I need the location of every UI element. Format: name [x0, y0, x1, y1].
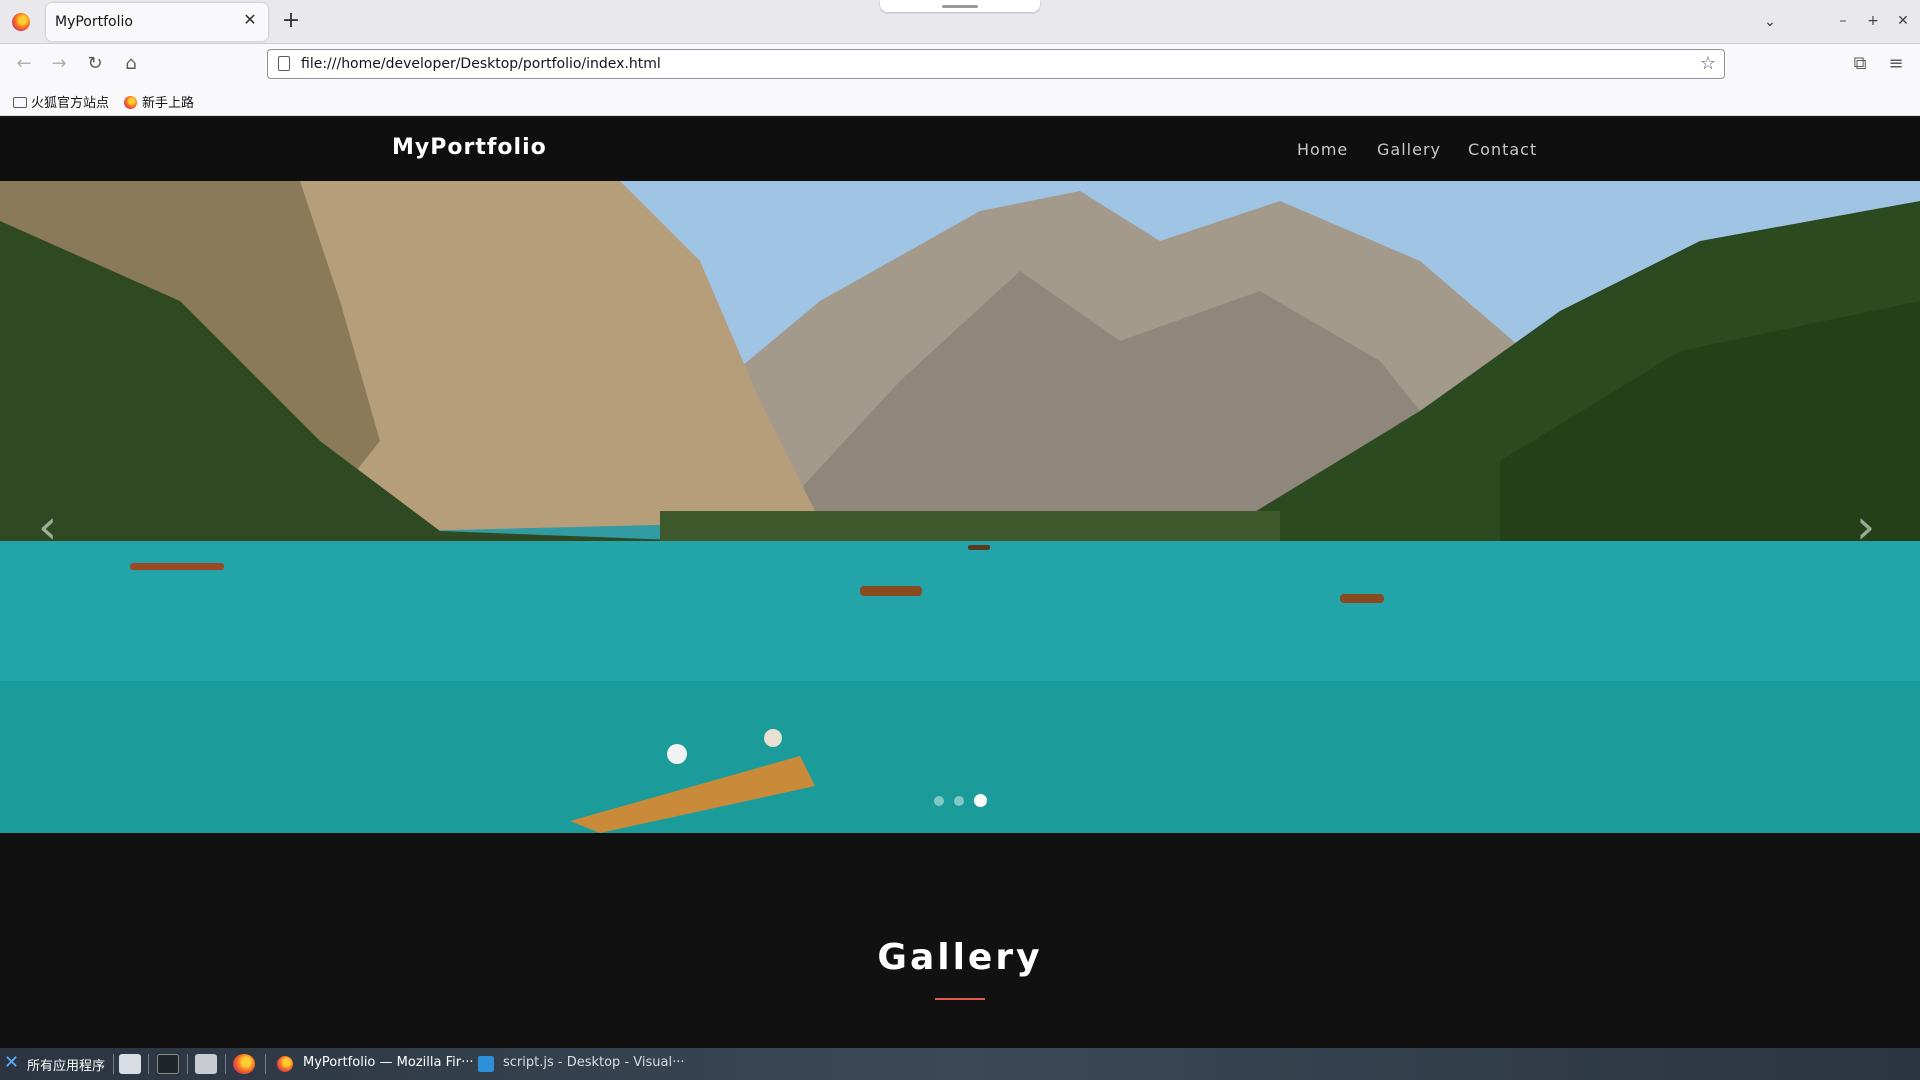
- page-icon: [278, 56, 290, 71]
- carousel-dot-3[interactable]: [974, 794, 987, 807]
- chevron-left-icon[interactable]: ‹: [38, 499, 57, 555]
- firefox-icon: [277, 1056, 293, 1072]
- bookmark-item[interactable]: 火狐官方站点: [13, 92, 109, 111]
- carousel-dot-2[interactable]: [954, 796, 964, 806]
- vscode-icon: [478, 1056, 494, 1072]
- carousel-dot-1[interactable]: [934, 796, 944, 806]
- os-taskbar: ✕ 所有应用程序 MyPortfolio — Mozilla Fir··· sc…: [0, 1048, 1920, 1080]
- bookmarks-toolbar: 火狐官方站点 新手上路: [0, 84, 1920, 116]
- star-icon[interactable]: ☆: [1700, 53, 1716, 74]
- new-tab-button[interactable]: +: [280, 10, 302, 32]
- minimize-button[interactable]: –: [1834, 12, 1852, 30]
- url-bar[interactable]: file:///home/developer/Desktop/portfolio…: [267, 49, 1725, 79]
- browser-tabbar: MyPortfolio ✕ + ⌄ – + ✕: [0, 0, 1920, 44]
- firefox-icon: [12, 13, 30, 31]
- hamburger-icon[interactable]: ≡: [1884, 52, 1908, 76]
- taskbar-window-vscode[interactable]: script.js - Desktop - Visual···: [503, 1055, 684, 1070]
- heading-underline: [935, 998, 985, 1000]
- url-text[interactable]: file:///home/developer/Desktop/portfolio…: [301, 56, 661, 72]
- web-page: MyPortfolio Home Gallery Contact ‹ › Gal…: [0, 117, 1920, 1048]
- tab-title: MyPortfolio: [55, 14, 133, 30]
- arrow-right-icon[interactable]: →: [47, 52, 71, 76]
- bookmark-item[interactable]: 新手上路: [124, 92, 194, 111]
- gallery-heading: Gallery: [877, 937, 1043, 978]
- maximize-button[interactable]: +: [1864, 12, 1882, 30]
- firefox-icon[interactable]: [233, 1054, 255, 1074]
- nav-link-home[interactable]: Home: [1297, 140, 1348, 159]
- separator: [265, 1054, 266, 1074]
- files-icon[interactable]: [195, 1054, 217, 1074]
- nav-link-gallery[interactable]: Gallery: [1377, 140, 1441, 159]
- puzzle-icon[interactable]: ⧉: [1848, 52, 1872, 76]
- apps-menu-icon[interactable]: ✕: [4, 1052, 19, 1073]
- home-icon[interactable]: ⌂: [119, 52, 143, 76]
- firefox-icon: [124, 96, 137, 109]
- terminal-icon[interactable]: [157, 1054, 179, 1074]
- start-menu-label[interactable]: 所有应用程序: [27, 1055, 105, 1074]
- separator: [113, 1054, 114, 1074]
- nav-link-contact[interactable]: Contact: [1468, 140, 1537, 159]
- site-navbar: MyPortfolio Home Gallery Contact: [0, 117, 1920, 181]
- site-brand[interactable]: MyPortfolio: [392, 135, 547, 160]
- chevron-down-icon[interactable]: ⌄: [1760, 12, 1780, 32]
- carousel-indicators: [934, 791, 997, 810]
- browser-toolbar: ← → ↻ ⌂ file:///home/developer/Desktop/p…: [0, 44, 1920, 84]
- separator: [148, 1054, 149, 1074]
- separator: [225, 1054, 226, 1074]
- close-window-button[interactable]: ✕: [1894, 12, 1912, 30]
- close-tab-icon[interactable]: ✕: [240, 10, 260, 30]
- separator: [187, 1054, 188, 1074]
- taskbar-window-firefox[interactable]: MyPortfolio — Mozilla Fir···: [303, 1055, 473, 1070]
- window-drag-handle[interactable]: [880, 0, 1040, 12]
- tab-myportfolio[interactable]: MyPortfolio ✕: [46, 3, 268, 41]
- chevron-right-icon[interactable]: ›: [1856, 499, 1875, 555]
- lake-mountain-image: [0, 181, 1920, 833]
- hero-carousel[interactable]: ‹ ›: [0, 181, 1920, 833]
- desktop-icon[interactable]: [119, 1054, 141, 1074]
- reload-icon[interactable]: ↻: [83, 52, 107, 76]
- arrow-left-icon[interactable]: ←: [12, 52, 36, 76]
- folder-icon: [13, 97, 27, 108]
